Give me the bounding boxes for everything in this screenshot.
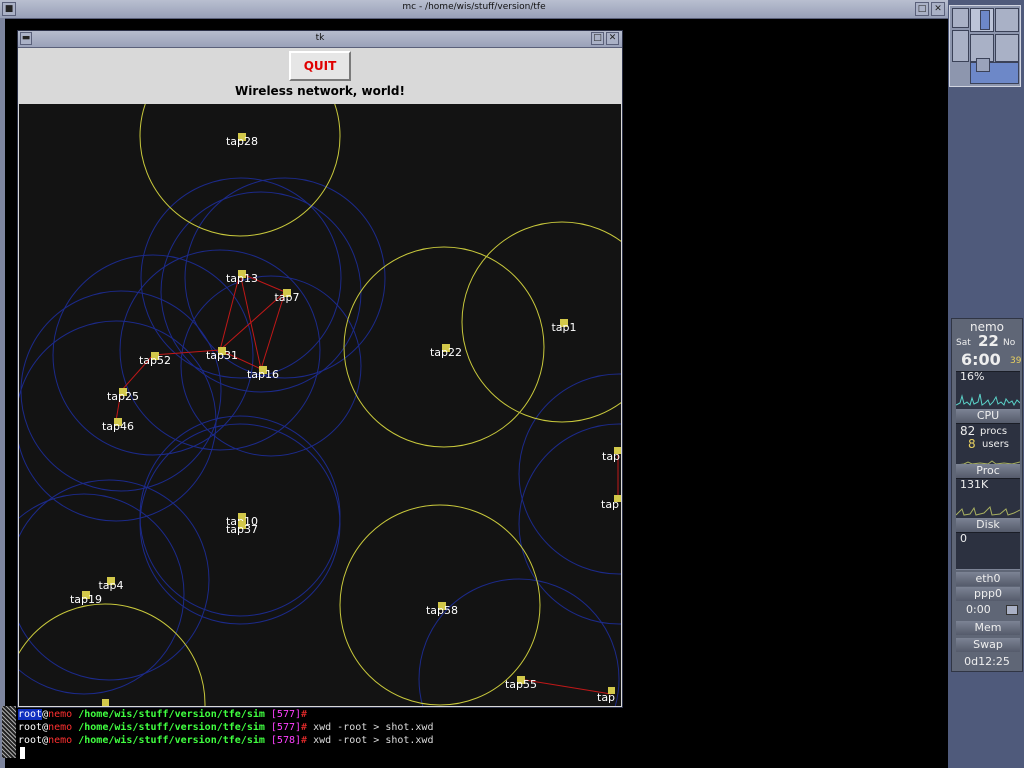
pager-window[interactable]	[980, 10, 990, 30]
node-label: tap	[601, 498, 619, 511]
node-label: tap	[597, 691, 615, 704]
cpu-percent: 16%	[960, 370, 985, 383]
mem-proc-trace	[955, 506, 1021, 516]
range-circle	[184, 177, 386, 379]
clock-day: Sat	[956, 338, 971, 348]
tk-titlebar[interactable]: ▬ tk □ ✕	[18, 31, 622, 48]
range-circle-active	[139, 104, 341, 237]
network-graph: tap28 tap13 tap7 tap31 tap16 tap52 tap25 tap46 t…	[19, 104, 621, 706]
ppp0-time: 0:00	[966, 603, 991, 616]
close-icon[interactable]: ✕	[606, 32, 619, 45]
shell-line: root@nemo /home/wis/stuff/version/tfe/si…	[18, 709, 308, 720]
gkrellm-monitor: nemo Sat 22 No 6:00 39 16% CPU 82 procs …	[951, 318, 1023, 672]
proc-value: 131K	[960, 478, 989, 491]
node-label: tap52	[139, 354, 171, 367]
disk-value: 0	[960, 532, 967, 545]
range-circle	[160, 191, 362, 393]
node-label: tap4	[98, 579, 123, 592]
terminal-title: mc - /home/wis/stuff/version/tfe	[402, 2, 546, 12]
eth0-label[interactable]: eth0	[956, 572, 1020, 586]
cpu-trace	[955, 393, 1021, 407]
clock-date: 22	[978, 332, 999, 350]
pager-window[interactable]	[976, 58, 990, 72]
tk-header: QUIT Wireless network, world!	[18, 48, 622, 104]
cpu-label[interactable]: CPU	[956, 409, 1020, 423]
node-label: tap25	[107, 390, 139, 403]
node-label: tap46	[102, 420, 134, 433]
swap-label[interactable]: Swap	[956, 638, 1020, 652]
node-label: tap58	[426, 604, 458, 617]
node-label: tap7	[274, 291, 299, 304]
terminal-scrollbar[interactable]	[2, 706, 16, 758]
ppp0-connect-button[interactable]	[1006, 605, 1018, 615]
clock-time: 6:00	[961, 350, 1001, 369]
pager-desk[interactable]	[995, 34, 1019, 62]
link-line	[239, 272, 262, 370]
uptime: 0d12:25	[964, 655, 1010, 668]
tk-window: ▬ tk □ ✕ QUIT Wireless network, world! t…	[17, 30, 623, 708]
range-circle-active	[461, 221, 621, 423]
text-cursor	[20, 747, 25, 759]
desktop-pager[interactable]	[949, 5, 1021, 87]
maximize-icon[interactable]: □	[915, 2, 929, 16]
quit-button[interactable]: QUIT	[289, 51, 351, 81]
procs-label: procs	[980, 426, 1008, 437]
pager-desk[interactable]	[995, 8, 1019, 32]
node-label: tap16	[247, 368, 279, 381]
terminal-titlebar[interactable]: ■ mc - /home/wis/stuff/version/tfe □ ✕	[0, 0, 948, 19]
range-circle	[518, 373, 621, 575]
shell-output[interactable]: root@nemo /home/wis/stuff/version/tfe/si…	[18, 708, 938, 768]
users-label: users	[982, 439, 1010, 450]
tk-title: tk	[315, 33, 325, 43]
maximize-icon[interactable]: □	[591, 32, 604, 45]
node-marker	[102, 699, 109, 706]
node-label: tap	[602, 450, 620, 463]
ppp0-label[interactable]: ppp0	[956, 587, 1020, 601]
mem-label[interactable]: Mem	[956, 621, 1020, 635]
node-label: tap1	[551, 321, 576, 334]
node-label: tap55	[505, 678, 537, 691]
pager-desk[interactable]	[952, 30, 969, 62]
users-count: 8	[968, 437, 976, 451]
node-label: tap28	[226, 135, 258, 148]
close-icon[interactable]: ✕	[931, 2, 945, 16]
shell-line: root@nemo /home/wis/stuff/version/tfe/si…	[18, 722, 434, 733]
proc-label[interactable]: Proc	[956, 464, 1020, 478]
node-label: tap37	[226, 523, 258, 536]
network-canvas[interactable]: tap28 tap13 tap7 tap31 tap16 tap52 tap25 tap46 t…	[19, 104, 621, 706]
shell-line: root@nemo /home/wis/stuff/version/tfe/si…	[18, 735, 434, 746]
procs-count: 82	[960, 424, 976, 438]
node-label: tap13	[226, 272, 258, 285]
disk-label[interactable]: Disk	[956, 518, 1020, 532]
clock-month: No	[1003, 338, 1016, 348]
node-label: tap22	[430, 346, 462, 359]
range-circle-active	[19, 603, 206, 706]
terminal-frame-edge	[0, 18, 5, 768]
welcome-message: Wireless network, world!	[235, 84, 405, 98]
node-label: tap19	[70, 593, 102, 606]
clock-seconds: 39	[1010, 356, 1022, 366]
pager-desk[interactable]	[952, 8, 969, 28]
node-label: tap31	[206, 349, 238, 362]
